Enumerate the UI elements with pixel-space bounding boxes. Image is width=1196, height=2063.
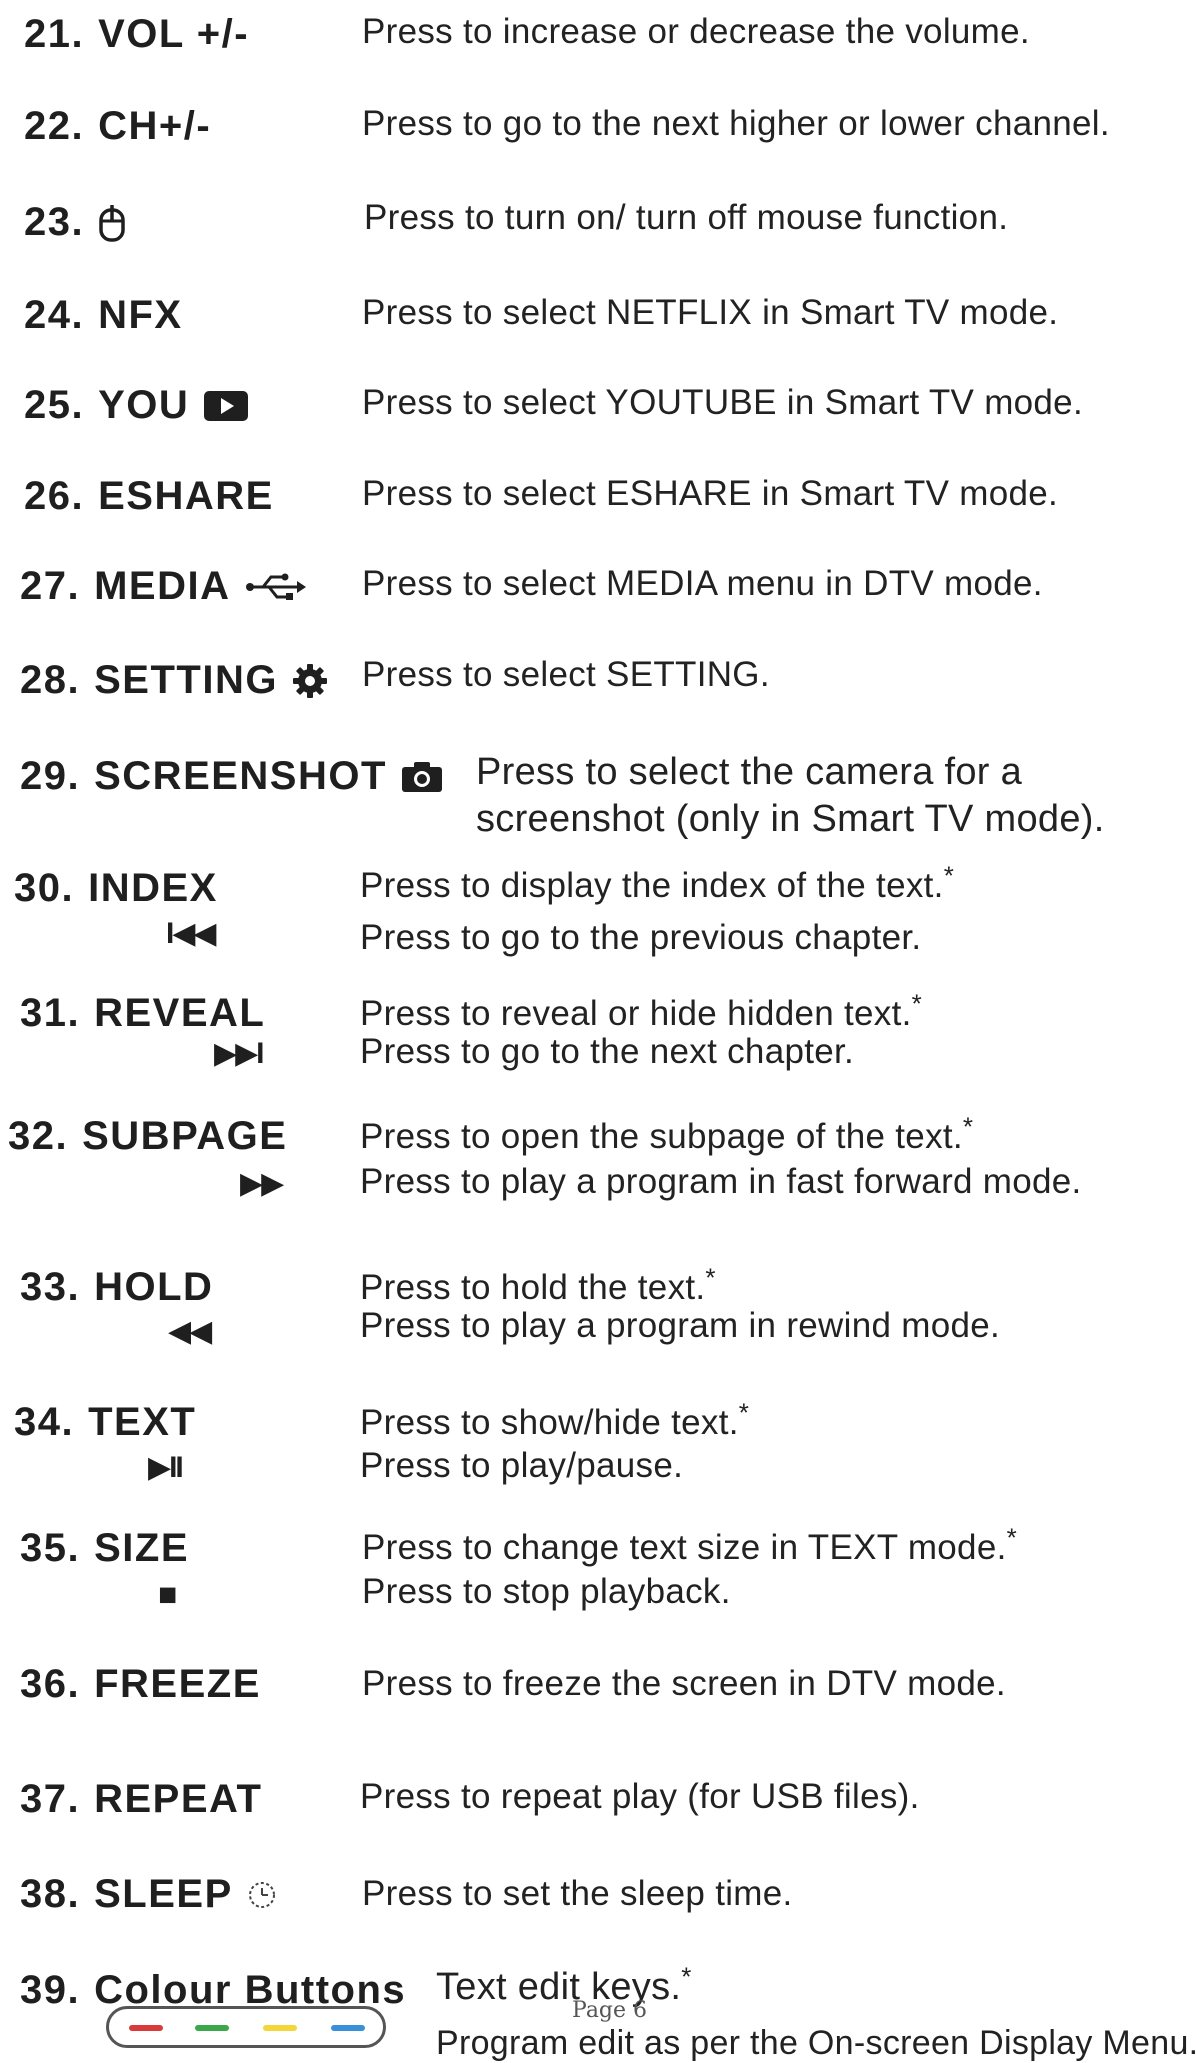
description-index: Press to display the index of the text.*: [360, 860, 955, 905]
footnote-mark: *: [943, 860, 955, 891]
description-ch: Press to go to the next higher or lower …: [362, 104, 1110, 143]
key-label-hold: 33. HOLD: [20, 1265, 214, 1309]
description-text-2: Press to play/pause.: [360, 1446, 684, 1485]
fast-forward-icon: ▶▶: [240, 1167, 284, 1200]
camera-icon: [401, 761, 442, 792]
rewind-icon: ◀◀: [168, 1315, 212, 1348]
page-number: Page 6: [572, 1998, 648, 2023]
footnote-mark: *: [1006, 1522, 1018, 1553]
description-reveal: Press to reveal or hide hidden text.*: [360, 988, 923, 1033]
key-label-size: 35. SIZE: [20, 1526, 190, 1570]
colour-buttons-pill: [106, 2006, 386, 2048]
key-label-youtube: 25. YOU: [24, 383, 249, 428]
description-sleep: Press to set the sleep time.: [362, 1874, 793, 1913]
description-screenshot: Press to select the camera for a: [476, 751, 1023, 793]
key-label-reveal: 31. REVEAL: [20, 991, 266, 1035]
description-freeze: Press to freeze the screen in DTV mode.: [362, 1664, 1006, 1703]
red-button-mark: [129, 2025, 163, 2031]
key-label-text: 34. TEXT: [14, 1400, 197, 1444]
key-label-media: 27. MEDIA: [20, 564, 307, 609]
key-label-mouse: 23.: [24, 200, 126, 245]
mouse-icon: [99, 204, 125, 242]
key-label-nfx: 24. NFX: [24, 293, 183, 337]
clock-icon: [248, 1881, 275, 1908]
description-colour-buttons: Text edit keys.*: [436, 1961, 692, 2008]
stop-icon: ■: [158, 1576, 177, 1612]
next-chapter-icon: ▶▶I: [214, 1037, 265, 1070]
key-label-sleep: 38. SLEEP: [20, 1872, 277, 1917]
description-screenshot-2: screenshot (only in Smart TV mode).: [476, 798, 1105, 840]
description-mouse: Press to turn on/ turn off mouse functio…: [364, 198, 1009, 237]
green-button-mark: [195, 2025, 229, 2031]
description-vol: Press to increase or decrease the volume…: [362, 12, 1030, 51]
description-repeat: Press to repeat play (for USB files).: [360, 1777, 920, 1816]
footnote-mark: *: [962, 1111, 974, 1142]
description-hold-2: Press to play a program in rewind mode.: [360, 1306, 1001, 1345]
key-label-setting: 28. SETTING: [20, 658, 328, 703]
gear-icon: [292, 663, 327, 698]
yellow-button-mark: [263, 2025, 297, 2031]
description-setting: Press to select SETTING.: [362, 655, 770, 694]
play-pause-icon: ▶II: [148, 1451, 184, 1484]
previous-chapter-icon: I◀◀: [166, 917, 217, 950]
key-label-eshare: 26. ESHARE: [24, 474, 274, 518]
blue-button-mark: [331, 2025, 365, 2031]
key-label-vol: 21. VOL +/-: [24, 12, 250, 56]
usb-icon: [245, 573, 306, 600]
key-label-freeze: 36. FREEZE: [20, 1662, 261, 1706]
description-subpage: Press to open the subpage of the text.*: [360, 1111, 974, 1156]
description-hold: Press to hold the text.*: [360, 1262, 716, 1307]
key-label-screenshot: 29. SCREENSHOT: [20, 754, 443, 799]
description-index-2: Press to go to the previous chapter.: [360, 918, 922, 957]
youtube-play-icon: [204, 390, 249, 421]
description-reveal-2: Press to go to the next chapter.: [360, 1032, 855, 1071]
description-size-2: Press to stop playback.: [362, 1572, 731, 1611]
description-eshare: Press to select ESHARE in Smart TV mode.: [362, 474, 1059, 513]
key-label-subpage: 32. SUBPAGE: [8, 1114, 288, 1158]
description-size: Press to change text size in TEXT mode.*: [362, 1522, 1018, 1567]
footnote-mark: *: [705, 1262, 716, 1293]
description-youtube: Press to select YOUTUBE in Smart TV mode…: [362, 383, 1083, 422]
description-media: Press to select MEDIA menu in DTV mode.: [362, 564, 1043, 603]
description-subpage-2: Press to play a program in fast forward …: [360, 1162, 1082, 1201]
key-label-repeat: 37. REPEAT: [20, 1777, 263, 1821]
footnote-mark: *: [738, 1397, 750, 1428]
description-text: Press to show/hide text.*: [360, 1397, 750, 1442]
footnote-mark: *: [911, 988, 923, 1019]
key-label-ch: 22. CH+/-: [24, 104, 212, 148]
description-colour-buttons-2: Program edit as per the On-screen Displa…: [436, 2024, 1196, 2062]
key-label-index: 30. INDEX: [14, 866, 218, 910]
description-nfx: Press to select NETFLIX in Smart TV mode…: [362, 293, 1059, 332]
footnote-mark: *: [681, 1961, 692, 1992]
